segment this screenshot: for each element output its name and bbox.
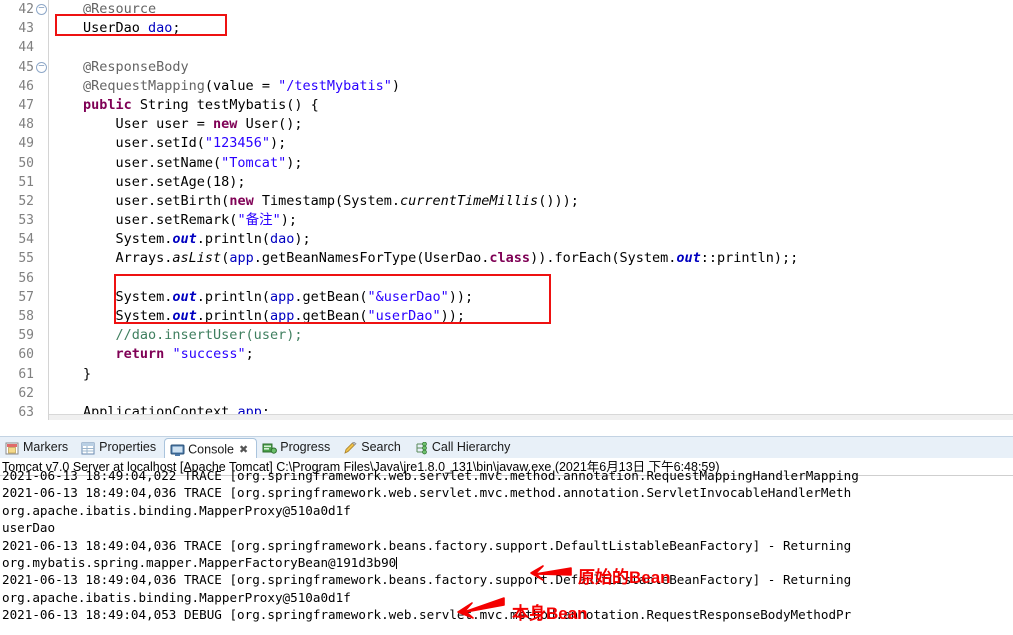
code-line[interactable]: System.out.println(app.getBean("userDao"…	[49, 307, 1013, 326]
editor-horizontal-scrollbar[interactable]: ‹	[49, 414, 1013, 420]
fold-collapse-icon[interactable]	[36, 61, 47, 73]
code-line[interactable]	[49, 384, 1013, 403]
line-number: 48	[18, 117, 34, 133]
editor-bottom-divider	[0, 430, 1013, 431]
console-line: 2021-06-13 18:49:04,036 TRACE [org.sprin…	[2, 572, 852, 588]
text-caret	[396, 556, 398, 569]
console-line: org.apache.ibatis.binding.MapperProxy@51…	[2, 502, 351, 518]
console-line: 2021-06-13 18:49:04,053 DEBUG [org.sprin…	[2, 607, 852, 623]
console-view[interactable]: Tomcat v7.0 Server at localhost [Apache …	[0, 458, 1013, 635]
search-icon	[343, 441, 358, 455]
console-line: 2021-06-13 18:49:04,036 TRACE [org.sprin…	[2, 485, 852, 501]
annotation-label-original-bean: 原始的Bean	[578, 568, 671, 587]
line-number: 55	[18, 251, 34, 267]
code-line[interactable]: UserDao dao;	[49, 19, 1013, 38]
code-line[interactable]: return "success";	[49, 345, 1013, 364]
line-number: 42	[0, 0, 48, 19]
line-number: 52	[18, 193, 34, 209]
code-line[interactable]: System.out.println(app.getBean("&userDao…	[49, 288, 1013, 307]
tab-console[interactable]: Console ✖	[164, 438, 258, 460]
code-line[interactable]: //dao.insertUser(user);	[49, 326, 1013, 345]
console-icon	[170, 443, 185, 457]
line-number: 60	[18, 347, 34, 363]
close-icon[interactable]: ✖	[239, 440, 248, 460]
progress-icon	[262, 441, 278, 455]
tab-properties[interactable]: Properties	[76, 437, 164, 458]
tab-label: Markers	[23, 440, 69, 455]
call-hierarchy-icon	[414, 441, 429, 455]
line-number: 43	[18, 21, 34, 37]
code-line[interactable]: @RequestMapping(value = "/testMybatis")	[49, 77, 1013, 96]
code-line[interactable]: user.setName("Tomcat");	[49, 154, 1013, 173]
code-content[interactable]: @Resource UserDao dao; @ResponseBody @Requ…	[49, 0, 1013, 420]
line-number: 57	[18, 289, 34, 305]
line-number: 49	[18, 136, 34, 152]
code-line[interactable]: @Resource	[49, 0, 1013, 19]
line-number: 51	[18, 174, 34, 190]
code-line[interactable]: public String testMybatis() {	[49, 96, 1013, 115]
line-number: 47	[18, 97, 34, 113]
line-number: 54	[18, 232, 34, 248]
tab-label: Properties	[99, 440, 157, 455]
tab-label: Call Hierarchy	[431, 440, 511, 455]
code-editor[interactable]: 42 43 44 4546 47 48 49 50 51 52 53 54 55 56 57 58 59 60 61…	[0, 0, 1013, 420]
console-line: userDao	[2, 520, 56, 536]
code-line[interactable]: user.setRemark("备注");	[49, 211, 1013, 230]
code-line[interactable]	[49, 38, 1013, 57]
code-line[interactable]: user.setBirth(new Timestamp(System.curre…	[49, 192, 1013, 211]
line-number-gutter: 42 43 44 4546 47 48 49 50 51 52 53 54 55 56 57 58 59 60 61…	[0, 0, 49, 420]
properties-icon	[81, 441, 96, 455]
code-line[interactable]: Arrays.asList(app.getBeanNamesForType(Us…	[49, 249, 1013, 268]
tab-progress[interactable]: Progress	[257, 437, 338, 458]
fold-collapse-icon[interactable]	[36, 4, 47, 15]
code-line[interactable]: System.out.println(dao);	[49, 230, 1013, 249]
code-line[interactable]: @ResponseBody	[49, 58, 1013, 77]
code-line[interactable]: }	[49, 365, 1013, 384]
markers-icon	[5, 441, 20, 455]
code-line[interactable]: User user = new User();	[49, 115, 1013, 134]
annotation-arrow-self-bean	[457, 597, 505, 619]
annotation-label-self-bean: 本身Bean	[512, 604, 588, 623]
line-number: 46	[18, 78, 34, 94]
tab-call-hierarchy[interactable]: Call Hierarchy	[409, 437, 519, 458]
line-number: 61	[18, 366, 34, 382]
scroll-left-icon[interactable]: ‹	[63, 416, 68, 420]
line-number: 50	[18, 155, 34, 171]
console-output[interactable]: 2021-06-13 18:49:04,022 TRACE [org.sprin…	[0, 467, 1013, 626]
console-line: 2021-06-13 18:49:04,036 TRACE [org.sprin…	[2, 537, 852, 553]
console-line: org.apache.ibatis.binding.MapperProxy@51…	[2, 589, 351, 605]
line-number: 58	[18, 309, 34, 324]
line-number: 56	[18, 270, 34, 286]
console-line: 2021-06-13 18:49:04,022 TRACE [org.sprin…	[2, 468, 859, 483]
line-number: 53	[18, 213, 34, 229]
code-line[interactable]	[49, 269, 1013, 288]
tab-markers[interactable]: Markers	[0, 437, 76, 458]
eclipse-ide-screenshot: 42 43 44 4546 47 48 49 50 51 52 53 54 55 56 57 58 59 60 61…	[0, 0, 1013, 635]
tab-label: Search	[361, 440, 401, 455]
line-number: 59	[18, 328, 34, 344]
annotation-arrow-original-bean	[530, 565, 572, 581]
tab-label: Progress	[280, 440, 331, 455]
tab-label: Console	[188, 442, 235, 457]
line-number: 62	[18, 385, 34, 401]
line-number: 45	[0, 58, 48, 77]
console-line: org.mybatis.spring.mapper.MapperFactoryB…	[2, 554, 398, 570]
view-tab-strip[interactable]: Markers Properties Console ✖ Progress Search C…	[0, 436, 1013, 460]
line-number: 44	[18, 40, 34, 56]
tab-search[interactable]: Search	[338, 437, 409, 458]
code-line[interactable]: user.setId("123456");	[49, 134, 1013, 153]
code-line[interactable]: user.setAge(18);	[49, 173, 1013, 192]
line-number: 63	[18, 404, 34, 420]
